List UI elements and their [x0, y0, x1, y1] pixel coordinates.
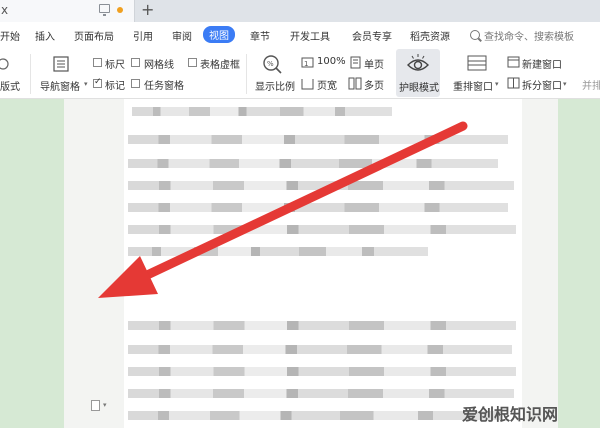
new-tab-button[interactable]: + [141, 0, 154, 20]
blurred-text-line [128, 389, 514, 398]
search-icon[interactable] [470, 30, 480, 40]
task-pane-checkbox[interactable] [131, 79, 140, 88]
title-bar: x + [0, 0, 600, 22]
document-status-caret-icon[interactable]: ▾ [103, 401, 107, 409]
gridlines-checkbox[interactable] [131, 58, 140, 67]
table-gridlines-label[interactable]: 表格虚框 [200, 56, 240, 71]
split-window-icon[interactable] [507, 77, 520, 89]
blurred-text-line [132, 107, 392, 116]
blurred-text-line [128, 225, 516, 234]
tab-close-icon[interactable]: x [1, 3, 8, 17]
page-width-label[interactable]: 页宽 [317, 77, 337, 92]
ribbon: 版式 导航窗格 ▾ 标尺 标记 网格线 任务窗格 表格虚框 % 显示比例 1 1… [0, 49, 600, 99]
eye-mode-label[interactable]: 护眼模式 [399, 79, 439, 94]
arrange-window-icon[interactable] [467, 55, 487, 71]
blurred-text-line [128, 345, 512, 354]
menu-insert[interactable]: 插入 [35, 28, 55, 43]
menu-page-layout[interactable]: 页面布局 [74, 28, 114, 43]
menu-bar: 开始 插入 页面布局 引用 审阅 视图 章节 开发工具 会员专享 稻壳资源 查找… [0, 22, 600, 49]
split-window-caret-icon[interactable]: ▾ [563, 80, 567, 88]
nav-pane-caret-icon[interactable]: ▾ [84, 80, 88, 88]
marks-label[interactable]: 标记 [105, 77, 125, 92]
marks-checkbox[interactable] [93, 77, 102, 88]
layout-icon [0, 58, 9, 70]
split-window-label[interactable]: 拆分窗口 [522, 77, 562, 92]
watermark-text: 爱创根知识网 [462, 405, 559, 424]
multi-page-label[interactable]: 多页 [364, 77, 384, 92]
blurred-text-line [128, 181, 514, 190]
document-status-icon[interactable] [91, 400, 100, 411]
ruler-checkbox[interactable] [93, 58, 102, 67]
menu-docer[interactable]: 稻壳资源 [410, 28, 450, 43]
side-by-side-label[interactable]: 并排 [582, 77, 600, 92]
blurred-text-line [128, 135, 508, 144]
arrange-window-label[interactable]: 重排窗口 [453, 78, 493, 93]
menu-view[interactable]: 视图 [203, 26, 235, 43]
monitor-icon[interactable] [99, 4, 110, 16]
search-input[interactable]: 查找命令、搜索模板 [484, 28, 574, 43]
page-width-icon[interactable] [301, 78, 314, 90]
new-window-icon[interactable] [507, 56, 520, 68]
unsaved-dot-icon [117, 7, 123, 13]
blurred-text-line [128, 203, 508, 212]
arrange-window-caret-icon[interactable]: ▾ [495, 80, 499, 88]
blurred-text-line [128, 321, 516, 330]
menu-chapter[interactable]: 章节 [250, 28, 270, 43]
blurred-text-line [128, 411, 500, 420]
ribbon-divider [30, 54, 31, 94]
menu-references[interactable]: 引用 [133, 28, 153, 43]
zoom-icon[interactable]: % [262, 54, 282, 74]
menu-developer[interactable]: 开发工具 [290, 28, 330, 43]
svg-text:%: % [267, 60, 274, 68]
single-page-icon[interactable] [350, 56, 361, 69]
layout-label[interactable]: 版式 [0, 78, 20, 93]
document-page[interactable] [124, 99, 522, 428]
task-pane-label[interactable]: 任务窗格 [144, 77, 184, 92]
zoom-value[interactable]: 100% [317, 56, 346, 67]
document-tab[interactable]: x [0, 0, 135, 22]
table-gridlines-checkbox[interactable] [188, 58, 197, 67]
menu-review[interactable]: 审阅 [172, 28, 192, 43]
blurred-text-line [128, 247, 428, 256]
gridlines-label[interactable]: 网格线 [144, 56, 174, 71]
hundred-percent-icon[interactable]: 1 [301, 57, 314, 68]
ruler-label[interactable]: 标尺 [105, 56, 125, 71]
svg-text:1: 1 [304, 60, 308, 68]
multi-page-icon[interactable] [348, 77, 362, 90]
ribbon-divider [246, 54, 247, 94]
blurred-text-line [128, 159, 498, 168]
menu-home[interactable]: 开始 [0, 28, 20, 43]
nav-pane-icon[interactable] [52, 55, 70, 73]
single-page-label[interactable]: 单页 [364, 56, 384, 71]
nav-pane-label[interactable]: 导航窗格 [40, 78, 80, 93]
blurred-text-line [128, 367, 516, 376]
new-window-label[interactable]: 新建窗口 [522, 56, 562, 71]
eye-icon[interactable] [406, 53, 430, 75]
zoom-label[interactable]: 显示比例 [255, 78, 295, 93]
menu-member[interactable]: 会员专享 [352, 28, 392, 43]
